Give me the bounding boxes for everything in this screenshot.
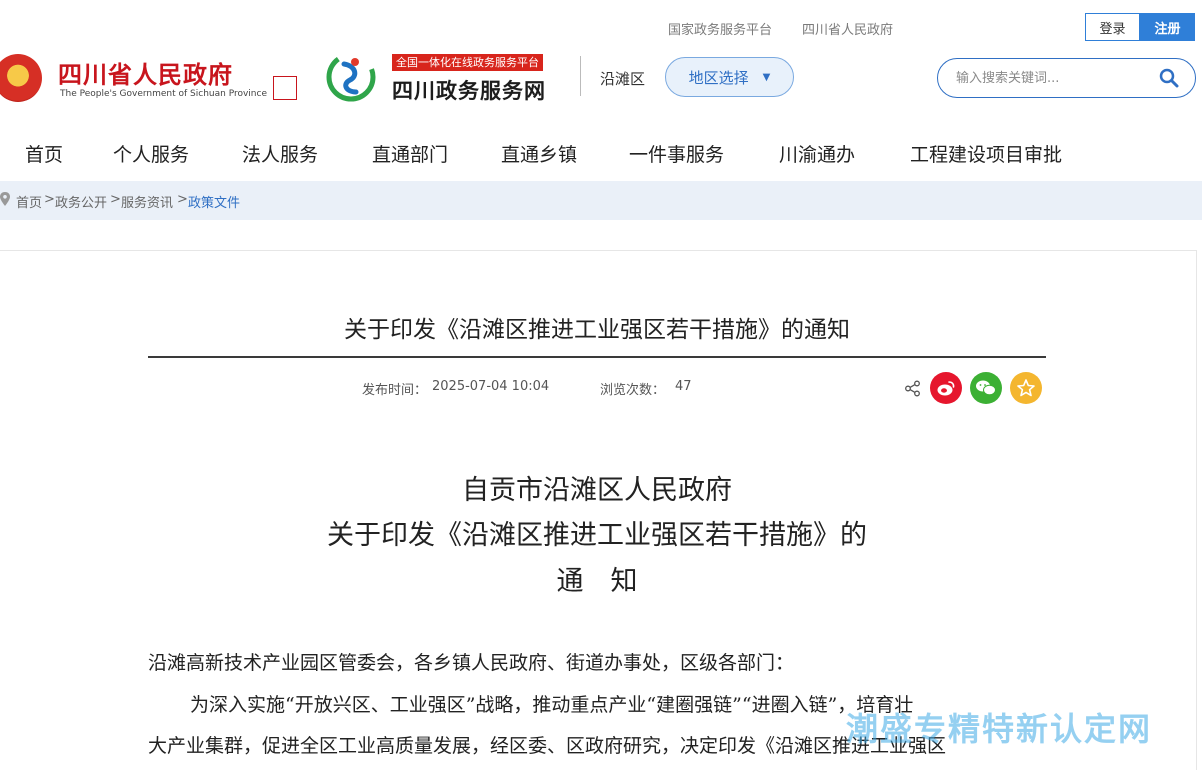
service-name[interactable]: 四川政务服务网 — [392, 75, 546, 105]
seal-stamp-icon — [273, 76, 297, 100]
top-link-sichuan-gov[interactable]: 四川省人民政府 — [802, 19, 893, 38]
breadcrumb-current: 政策文件 — [188, 196, 241, 211]
location-pin-icon — [0, 192, 10, 206]
title-divider — [148, 356, 1046, 358]
breadcrumb-gov-affairs[interactable]: 政务公开 — [55, 192, 107, 211]
main-nav: 首页 个人服务 法人服务 直通部门 直通乡镇 一件事服务 川渝通办 工程建设项目… — [0, 128, 1202, 180]
doc-subject: 关于印发《沿滩区推进工业强区若干措施》的 — [327, 520, 867, 551]
nav-legal-entity-services[interactable]: 法人服务 — [242, 140, 318, 167]
service-logo-icon[interactable] — [326, 52, 376, 102]
nav-departments[interactable]: 直通部门 — [372, 140, 448, 167]
views-label: 浏览次数： — [600, 383, 666, 398]
doc-issuer: 自贡市沿滩区人民政府 — [462, 475, 732, 506]
search-icon[interactable] — [1159, 68, 1179, 88]
views-count: 47 — [675, 379, 692, 394]
star-icon — [1017, 379, 1035, 397]
wechat-icon — [976, 380, 996, 396]
breadcrumb-service-news[interactable]: 服务资讯 — [121, 192, 173, 211]
weibo-icon — [937, 381, 955, 396]
wechat-share-button[interactable] — [970, 372, 1002, 404]
favorite-button[interactable] — [1010, 372, 1042, 404]
region-select-button[interactable]: 地区选择 ▼ — [665, 57, 794, 97]
national-emblem-icon — [0, 54, 42, 102]
caret-down-icon: ▼ — [762, 71, 771, 83]
register-button[interactable]: 注册 — [1140, 13, 1195, 41]
nav-sichuan-chongqing[interactable]: 川渝通办 — [779, 140, 855, 167]
login-button[interactable]: 登录 — [1085, 13, 1140, 41]
nav-one-thing-service[interactable]: 一件事服务 — [629, 140, 724, 167]
breadcrumb-sep: > — [110, 192, 121, 207]
nav-townships[interactable]: 直通乡镇 — [501, 140, 577, 167]
current-region: 沿滩区 — [600, 70, 646, 88]
search-input[interactable] — [956, 69, 1146, 87]
article-title: 关于印发《沿滩区推进工业强区若干措施》的通知 — [344, 317, 850, 343]
publish-time: 2025-07-04 10:04 — [432, 379, 550, 394]
nav-construction-approval[interactable]: 工程建设项目审批 — [910, 140, 1062, 167]
doc-type: 通 知 — [556, 566, 638, 597]
gov-name[interactable]: 四川省人民政府 — [58, 55, 233, 90]
breadcrumb-home[interactable]: 首页 — [16, 192, 42, 211]
service-platform-tag: 全国一体化在线政务服务平台 — [392, 54, 543, 71]
nav-personal-services[interactable]: 个人服务 — [113, 140, 189, 167]
doc-addressees: 沿滩高新技术产业园区管委会，各乡镇人民政府、街道办事处，区级各部门： — [148, 652, 795, 674]
top-link-national-platform[interactable]: 国家政务服务平台 — [668, 19, 772, 38]
search-box — [937, 58, 1196, 98]
gov-name-en: The People's Government of Sichuan Provi… — [60, 89, 267, 99]
breadcrumb-sep: > — [44, 192, 55, 207]
weibo-share-button[interactable] — [930, 372, 962, 404]
publish-label: 发布时间： — [362, 383, 428, 398]
site-watermark: 潮盛专精特新认定网 — [846, 710, 1153, 748]
region-select-label: 地区选择 — [688, 68, 749, 87]
header-divider — [580, 56, 581, 96]
nav-home[interactable]: 首页 — [25, 140, 63, 167]
share-icon[interactable] — [904, 380, 921, 397]
breadcrumb-sep: > — [177, 192, 188, 207]
